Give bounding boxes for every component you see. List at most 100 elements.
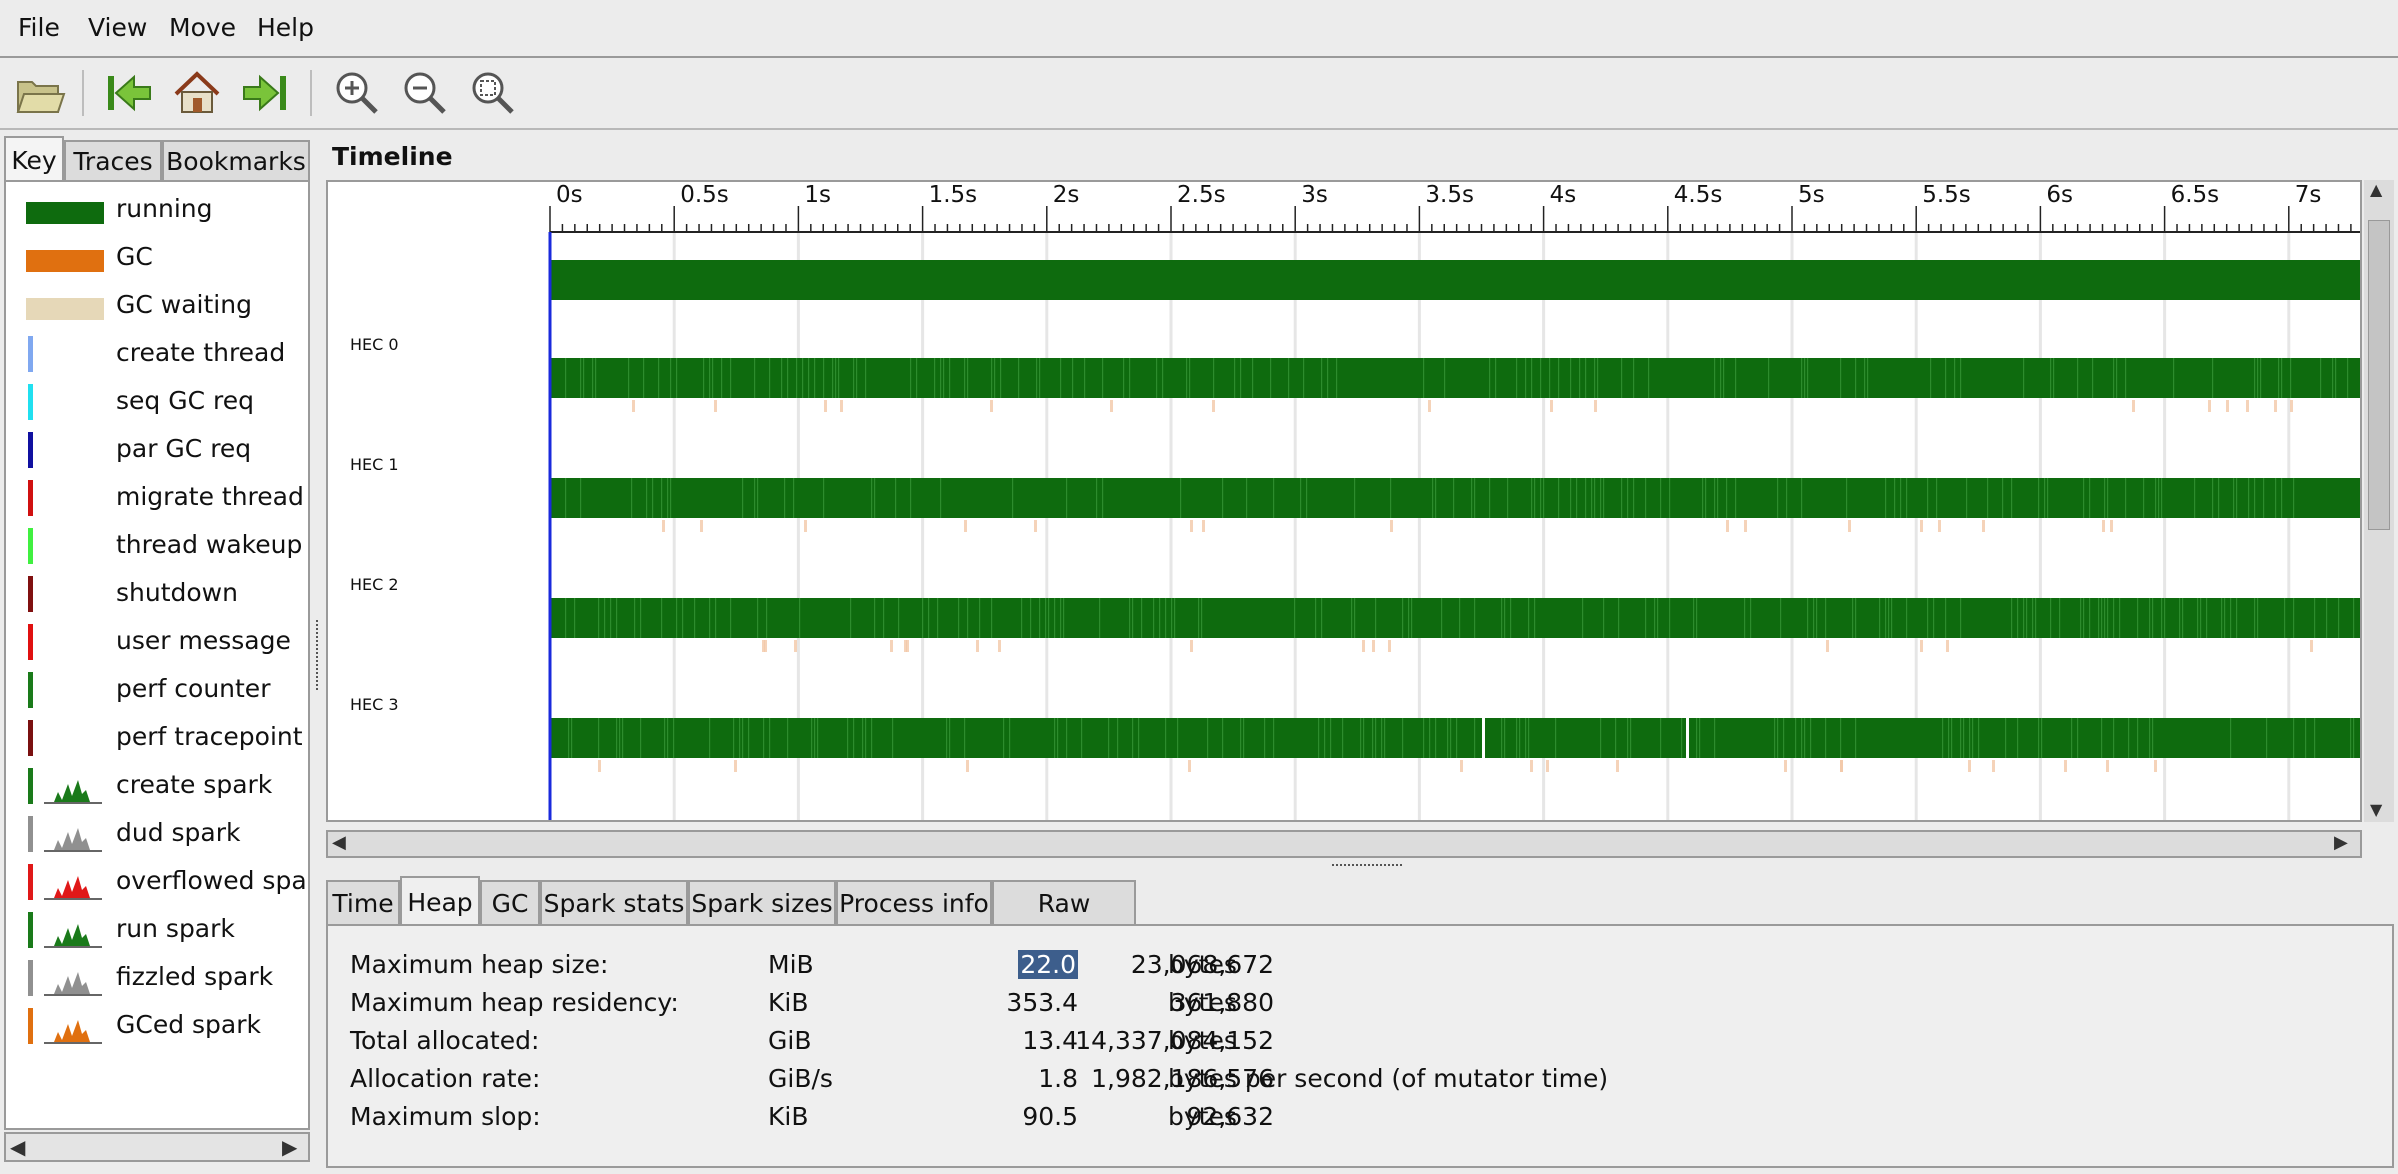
tab-key[interactable]: Key — [4, 136, 64, 182]
running-stripe — [1744, 598, 1746, 638]
running-stripe — [1534, 478, 1536, 518]
running-stripe — [1474, 478, 1476, 518]
gc-mark — [1362, 640, 1365, 652]
running-stripe — [1927, 598, 1929, 638]
running-stripe — [721, 358, 723, 398]
running-stripe — [1342, 718, 1344, 758]
heap-row: Maximum slop: 90.5 KiB 92,632 bytes — [328, 1098, 2388, 1136]
scroll-right-icon[interactable]: ▶ — [282, 1135, 297, 1159]
running-stripe — [592, 358, 594, 398]
key-label: fizzled spark — [116, 962, 274, 991]
tab-heap[interactable]: Heap — [400, 876, 480, 926]
scroll-left-icon[interactable]: ◀ — [10, 1135, 25, 1159]
running-stripe — [1597, 358, 1599, 398]
running-stripe — [1540, 358, 1542, 398]
scroll-up-icon[interactable]: ▲ — [2370, 180, 2382, 199]
running-stripe — [2035, 598, 2037, 638]
timeline-horizontal-scrollbar[interactable]: ◀ ▶ — [326, 830, 2362, 858]
heap-label: Maximum heap size: — [350, 950, 609, 979]
running-stripe — [853, 358, 855, 398]
spark-graph-icon — [44, 828, 102, 852]
vertical-scroll-thumb[interactable] — [2368, 220, 2390, 530]
jump-end-icon[interactable] — [238, 66, 292, 120]
timeline-vertical-scrollbar[interactable]: ▲ ▼ — [2364, 180, 2394, 822]
splitter-handle[interactable] — [316, 620, 322, 690]
running-stripe — [2260, 358, 2262, 398]
zoom-out-icon[interactable] — [398, 66, 452, 120]
heap-row: Maximum heap size: 22.0 MiB 23,068,672 b… — [328, 946, 2388, 984]
heap-value[interactable]: 22.0 — [1018, 950, 1078, 979]
running-stripe — [1786, 478, 1788, 518]
tab-time[interactable]: Time — [326, 880, 400, 924]
running-stripe — [1825, 598, 1827, 638]
running-stripe — [1243, 718, 1245, 758]
running-stripe — [1123, 358, 1125, 398]
tab-raw-events[interactable]: Raw events — [992, 880, 1136, 962]
heap-unit: KiB — [768, 1102, 809, 1131]
splitter-handle[interactable] — [1332, 864, 1402, 872]
running-stripe — [2050, 598, 2052, 638]
running-stripe — [2125, 478, 2127, 518]
timeline-view[interactable]: 0s 0.5s 1s 1.5s 2s 2.5s 3s 3.5s 4s 4.5s 5s 5.5s 6s 6.… — [326, 180, 2362, 822]
running-stripe — [1054, 718, 1056, 758]
running-stripe — [763, 718, 765, 758]
running-stripe — [1600, 718, 1602, 758]
scroll-right-icon[interactable]: ▶ — [2334, 832, 2348, 853]
jump-start-icon[interactable] — [102, 66, 156, 120]
gc-mark — [1110, 400, 1113, 412]
event-tick-icon — [28, 624, 33, 660]
menu-view[interactable]: View — [88, 13, 147, 42]
running-stripe — [1450, 718, 1452, 758]
tab-gc[interactable]: GC — [480, 880, 540, 924]
zoom-in-icon[interactable] — [330, 66, 384, 120]
gc-mark — [976, 640, 979, 652]
gc-mark — [2102, 520, 2105, 532]
running-stripe — [940, 478, 942, 518]
open-icon[interactable] — [12, 66, 66, 120]
running-stripe — [1495, 358, 1497, 398]
running-stripe — [1585, 478, 1587, 518]
running-stripe — [2161, 598, 2163, 638]
menu-help[interactable]: Help — [257, 13, 314, 42]
timeline-canvas[interactable]: 0s 0.5s 1s 1.5s 2s 2.5s 3s 3.5s 4s 4.5s 5s 5.5s 6s 6.… — [328, 182, 2360, 820]
key-horizontal-scrollbar[interactable]: ◀ ▶ — [4, 1132, 310, 1162]
gc-mark — [990, 400, 993, 412]
running-stripe — [1840, 718, 1842, 758]
menu-move[interactable]: Move — [169, 13, 236, 42]
tab-bookmarks[interactable]: Bookmarks — [162, 140, 310, 180]
tab-spark-stats[interactable]: Spark stats — [540, 880, 688, 924]
scroll-left-icon[interactable]: ◀ — [332, 832, 346, 853]
event-tick-icon — [28, 864, 33, 900]
running-stripe — [1927, 478, 1929, 518]
gc-mark — [1594, 400, 1597, 412]
running-stripe — [871, 718, 873, 758]
running-stripe — [1162, 358, 1164, 398]
running-stripe — [2224, 598, 2226, 638]
running-stripe — [1855, 718, 1857, 758]
home-icon[interactable] — [170, 66, 224, 120]
running-stripe — [1804, 718, 1806, 758]
running-stripe — [823, 358, 825, 398]
running-stripe — [682, 598, 684, 638]
running-stripe — [2089, 478, 2091, 518]
tab-process-info[interactable]: Process info — [836, 880, 992, 924]
running-stripe — [1801, 718, 1803, 758]
running-stripe — [1165, 718, 1167, 758]
heap-bytes-unit: bytes — [1168, 1026, 1237, 1055]
zoom-fit-icon[interactable] — [466, 66, 520, 120]
gc-mark — [734, 760, 737, 772]
tab-spark-sizes[interactable]: Spark sizes — [688, 880, 836, 924]
running-stripe — [823, 478, 825, 518]
scroll-down-icon[interactable]: ▼ — [2370, 800, 2382, 819]
running-stripe — [574, 598, 576, 638]
heap-unit: GiB/s — [768, 1064, 833, 1093]
running-stripe — [1777, 478, 1779, 518]
menu-file[interactable]: File — [18, 13, 60, 42]
running-stripe — [835, 358, 837, 398]
running-stripe — [1543, 478, 1545, 518]
running-stripe — [1102, 358, 1104, 398]
running-stripe — [2092, 358, 2094, 398]
tab-traces[interactable]: Traces — [64, 140, 162, 180]
running-stripe — [1381, 718, 1383, 758]
running-stripe — [1570, 358, 1572, 398]
